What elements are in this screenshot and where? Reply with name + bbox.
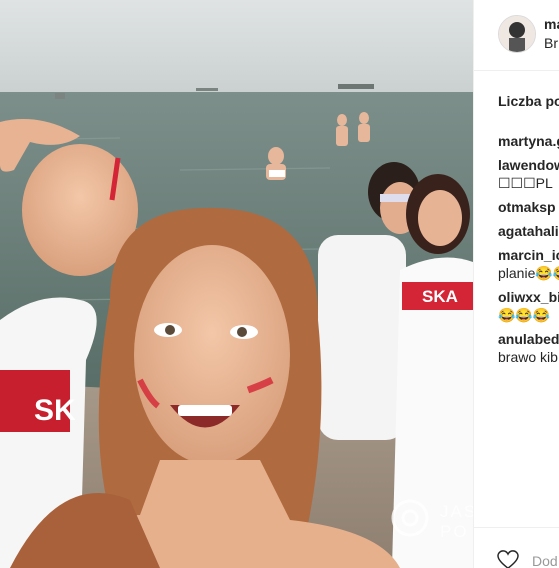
avatar-image xyxy=(499,16,535,52)
heart-icon[interactable] xyxy=(497,550,519,568)
comment-username[interactable]: lawendow xyxy=(498,157,559,173)
comment-item: lawendow ☐☐☐PL xyxy=(498,156,559,192)
comment-list: martyna.g lawendow ☐☐☐PL otmaksp agataha… xyxy=(498,132,559,372)
comment-username[interactable]: marcin_ic xyxy=(498,247,559,263)
comment-item: martyna.g xyxy=(498,132,559,150)
comment-text: 😂😂😂 xyxy=(498,307,551,323)
comment-username[interactable]: otmaksp xyxy=(498,199,556,215)
post-actions: Dod xyxy=(474,527,559,568)
likes-count[interactable]: Liczba po xyxy=(498,93,559,109)
comment-text: planie😂😂 xyxy=(498,265,559,281)
shirt-text-right: SKA xyxy=(422,287,458,306)
comment-username[interactable]: anulabed xyxy=(498,331,559,347)
post-photo[interactable]: SKA SK JAS PO xyxy=(0,0,473,568)
comment-text: brawo kib xyxy=(498,349,558,365)
watermark: JAS PO xyxy=(390,498,473,548)
comment-text: ☐☐☐PL xyxy=(498,175,553,191)
comment-username[interactable]: agatahali xyxy=(498,223,559,239)
post-header: ma Br xyxy=(474,0,559,71)
comment-item: otmaksp xyxy=(498,198,559,216)
comment-item: anulabed brawo kib xyxy=(498,330,559,366)
avatar[interactable] xyxy=(498,15,536,53)
comment-item: agatahali xyxy=(498,222,559,240)
comment-item: oliwxx_bi 😂😂😂 xyxy=(498,288,559,324)
post-location[interactable]: Br xyxy=(544,35,558,51)
comment-item: marcin_ic planie😂😂 xyxy=(498,246,559,282)
comment-username[interactable]: oliwxx_bi xyxy=(498,289,559,305)
comment-username[interactable]: martyna.g xyxy=(498,133,559,149)
watermark-text-bottom: PO xyxy=(440,522,469,541)
post-username[interactable]: ma xyxy=(544,16,559,32)
watermark-text-top: JAS xyxy=(440,502,473,521)
camera-logo-icon xyxy=(391,499,429,537)
selfie-scene: SKA SK xyxy=(0,0,473,568)
shirt-text-left: SK xyxy=(34,394,76,427)
post-side-panel: ma Br Liczba po martyna.g lawendow ☐☐☐PL… xyxy=(473,0,559,568)
add-comment-input[interactable]: Dod xyxy=(532,553,558,568)
